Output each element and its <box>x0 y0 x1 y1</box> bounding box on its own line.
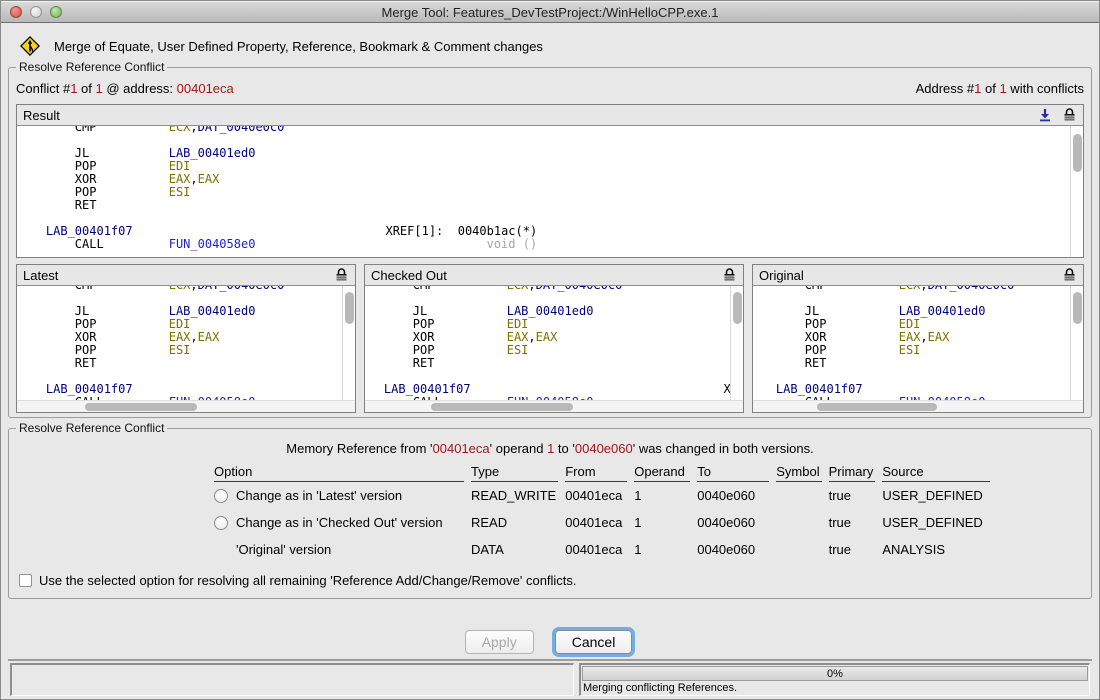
result-panel: Result <box>16 104 1084 258</box>
column-header-to: To <box>697 464 769 482</box>
cell-symbol <box>776 482 821 509</box>
asm-line: CMP ECX,DAT_0040e0c0 <box>17 126 1070 134</box>
asm-line: CALL FUN_004058e0 void () <box>17 238 1070 251</box>
use-for-all-checkbox[interactable] <box>19 574 32 587</box>
cell-symbol <box>776 509 821 536</box>
cell-source: USER_DEFINED <box>882 482 990 509</box>
cancel-button-focus-ring: Cancel <box>552 627 636 657</box>
cell-from: 00401eca <box>565 509 627 536</box>
cell-primary: true <box>829 536 876 563</box>
conflict-row-latest: Change as in 'Latest' version READ_WRITE 0… <box>214 482 990 509</box>
merge-warning-icon <box>19 35 41 57</box>
checked-out-vertical-scrollbar[interactable] <box>730 286 743 400</box>
group-legend: Resolve Reference Conflict <box>16 421 167 435</box>
cell-to: 0040e060 <box>697 536 769 563</box>
resolve-conflict-group-bottom: Resolve Reference Conflict Memory Refere… <box>8 428 1092 599</box>
window-content: Merge of Equate, User Defined Property, … <box>1 23 1099 699</box>
status-bar: 0% Merging conflicting References. <box>8 659 1092 699</box>
radio-checked-out[interactable] <box>214 516 228 530</box>
lock-scroll-icon[interactable] <box>721 267 737 283</box>
cell-operand: 1 <box>634 536 690 563</box>
asm-line: RET <box>17 199 1070 212</box>
original-horizontal-scrollbar[interactable] <box>753 400 1083 412</box>
cell-type: READ <box>471 509 558 536</box>
original-panel: Original CMP <box>752 264 1084 413</box>
title-bar[interactable]: Merge Tool: Features_DevTestProject:/Win… <box>1 1 1099 23</box>
progress-bar: 0% <box>582 666 1088 681</box>
cell-to: 0040e060 <box>697 509 769 536</box>
progress-message: Merging conflicting References. <box>581 681 1089 695</box>
latest-panel: Latest CMP <box>16 264 356 413</box>
merge-phase-message: Merge of Equate, User Defined Property, … <box>54 39 543 54</box>
result-panel-title: Result <box>23 108 1029 123</box>
original-listing: CMP ECX,DAT_0040e0c0 JL LAB_00401ed0 POP… <box>753 286 1070 400</box>
window-title: Merge Tool: Features_DevTestProject:/Win… <box>1 5 1099 20</box>
asm-line: RET <box>365 357 730 370</box>
conflict-table-body: Change as in 'Latest' version READ_WRITE 0… <box>214 482 990 563</box>
column-header-type: Type <box>471 464 558 482</box>
checked-out-horizontal-scrollbar[interactable] <box>365 400 743 412</box>
column-header-primary: Primary <box>829 464 876 482</box>
cell-source: USER_DEFINED <box>882 509 990 536</box>
progress-area: 0% Merging conflicting References. <box>579 663 1090 696</box>
lock-scroll-icon[interactable] <box>1061 267 1077 283</box>
goto-conflict-icon[interactable] <box>1037 107 1053 123</box>
column-header-symbol: Symbol <box>776 464 821 482</box>
radio-latest[interactable] <box>214 489 228 503</box>
cell-to: 0040e060 <box>697 482 769 509</box>
resolve-conflict-group-top: Resolve Reference Conflict Conflict #1 o… <box>8 67 1092 418</box>
cell-type: DATA <box>471 536 558 563</box>
conflict-table: Option Type From Operand To Symbol Primary Sour… <box>207 464 997 563</box>
cell-operand: 1 <box>634 509 690 536</box>
latest-horizontal-scrollbar[interactable] <box>17 400 355 412</box>
conflict-description: Memory Reference from '00401eca' operand… <box>17 441 1083 456</box>
column-header-operand: Operand <box>634 464 690 482</box>
merge-phase-header: Merge of Equate, User Defined Property, … <box>19 34 1092 58</box>
asm-line: RET <box>753 357 1070 370</box>
cell-source: ANALYSIS <box>882 536 990 563</box>
use-for-all-label: Use the selected option for resolving al… <box>39 573 577 588</box>
checked-out-panel-title: Checked Out <box>371 268 713 283</box>
status-message-area <box>10 663 574 696</box>
original-panel-title: Original <box>759 268 1053 283</box>
cell-primary: true <box>829 509 876 536</box>
latest-listing: CMP ECX,DAT_0040e0c0 JL LAB_00401ed0 POP… <box>17 286 342 400</box>
option-label-original: 'Original' version <box>236 542 331 557</box>
group-legend: Resolve Reference Conflict <box>16 60 167 74</box>
merge-tool-window: Merge Tool: Features_DevTestProject:/Win… <box>0 0 1100 700</box>
conflict-row-original: 'Original' version DATA 00401eca 1 0040e060 t… <box>214 536 990 563</box>
lock-scroll-icon[interactable] <box>333 267 349 283</box>
cell-from: 00401eca <box>565 482 627 509</box>
cancel-button[interactable]: Cancel <box>555 630 633 654</box>
conflict-row-checked-out: Change as in 'Checked Out' version READ 00… <box>214 509 990 536</box>
cell-symbol <box>776 536 821 563</box>
cell-from: 00401eca <box>565 536 627 563</box>
apply-button[interactable]: Apply <box>465 630 534 654</box>
option-label-latest: Change as in 'Latest' version <box>236 488 402 503</box>
address-counter: Address #1 of 1 with conflicts <box>916 81 1084 96</box>
original-vertical-scrollbar[interactable] <box>1070 286 1083 400</box>
result-vertical-scrollbar[interactable] <box>1070 126 1083 257</box>
lock-scroll-icon[interactable] <box>1061 107 1077 123</box>
column-header-option: Option <box>214 464 464 482</box>
cell-type: READ_WRITE <box>471 482 558 509</box>
column-header-from: From <box>565 464 627 482</box>
latest-panel-title: Latest <box>23 268 325 283</box>
asm-line: RET <box>17 357 342 370</box>
option-label-checked-out: Change as in 'Checked Out' version <box>236 515 443 530</box>
cell-primary: true <box>829 482 876 509</box>
conflict-counter: Conflict #1 of 1 @ address: 00401eca <box>16 81 234 96</box>
checked-out-panel: Checked Out CMP <box>364 264 744 413</box>
column-header-source: Source <box>882 464 990 482</box>
asm-line: POP ESI <box>17 186 1070 199</box>
cell-operand: 1 <box>634 482 690 509</box>
latest-vertical-scrollbar[interactable] <box>342 286 355 400</box>
conflict-table-header: Option Type From Operand To Symbol Primary Sour… <box>214 464 990 482</box>
result-listing: CMP ECX,DAT_0040e0c0 JL LAB_00401ed0 POP… <box>17 126 1070 257</box>
checked-out-listing: CMP ECX,DAT_0040e0c0 JL LAB_00401ed0 POP… <box>365 286 730 400</box>
